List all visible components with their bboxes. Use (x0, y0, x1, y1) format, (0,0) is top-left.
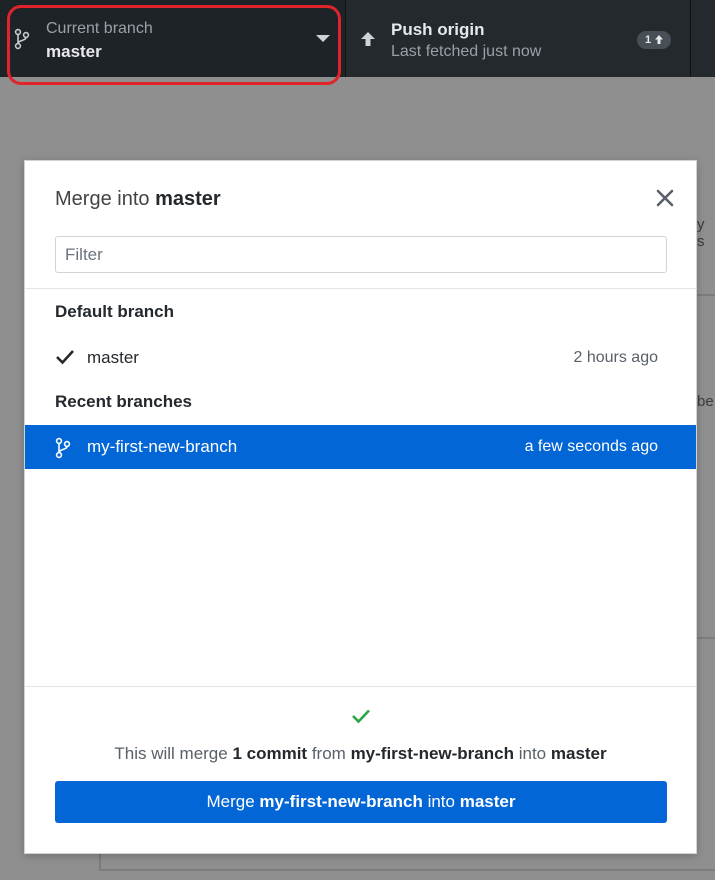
git-branch-icon (55, 437, 71, 464)
background-divider (697, 294, 715, 296)
summary-target: master (550, 744, 607, 763)
dialog-title-branch: master (155, 188, 221, 210)
dialog-title-prefix: Merge into (55, 188, 150, 210)
divider (25, 288, 696, 289)
close-icon (656, 189, 674, 207)
check-icon (55, 348, 75, 371)
background-divider (697, 637, 715, 639)
success-check-icon (351, 708, 371, 729)
last-fetched-text: Last fetched just now (391, 43, 542, 60)
summary-source: my-first-new-branch (350, 744, 514, 763)
recent-branches-heading: Recent branches (55, 392, 192, 411)
toolbar-filler (691, 0, 715, 77)
branch-time: 2 hours ago (573, 349, 658, 366)
merge-summary: This will merge 1 commit from my-first-n… (25, 744, 696, 764)
branch-name: master (87, 348, 139, 367)
merge-dialog: Merge into master Default branch master … (24, 160, 697, 854)
merge-button-source: my-first-new-branch (259, 792, 423, 811)
summary-from: from (311, 744, 346, 763)
summary-count: 1 commit (232, 744, 308, 763)
summary-into: into (518, 744, 547, 763)
push-origin-label: Push origin (391, 20, 485, 39)
branch-item-my-first-new-branch[interactable]: my-first-new-branch a few seconds ago (25, 425, 696, 469)
merge-button-prefix: Merge (206, 792, 255, 811)
background-divider (99, 869, 715, 871)
branch-time: a few seconds ago (524, 438, 658, 455)
arrow-up-icon (360, 31, 376, 52)
filter-input[interactable] (55, 236, 667, 273)
background-text: be (697, 393, 714, 410)
merge-button-into: into (427, 792, 455, 811)
ahead-count-badge: 1 (637, 31, 672, 49)
divider (25, 686, 696, 687)
push-origin-button[interactable]: Push origin Last fetched just now 1 (346, 0, 691, 77)
close-button[interactable] (653, 186, 677, 210)
small-arrow-up-icon (655, 35, 664, 44)
summary-prefix: This will merge (114, 744, 228, 763)
background-divider (99, 854, 101, 870)
ahead-count: 1 (645, 34, 652, 46)
default-branch-heading: Default branch (55, 302, 175, 321)
merge-button-target: master (459, 792, 516, 811)
branch-item-master[interactable]: master 2 hours ago (25, 336, 696, 380)
background-text: y s (697, 216, 705, 250)
merge-button[interactable]: Merge my-first-new-branch into master (55, 781, 667, 823)
branch-name: my-first-new-branch (87, 437, 238, 456)
dialog-title: Merge into master (55, 188, 221, 211)
annotation-highlight (7, 5, 341, 85)
